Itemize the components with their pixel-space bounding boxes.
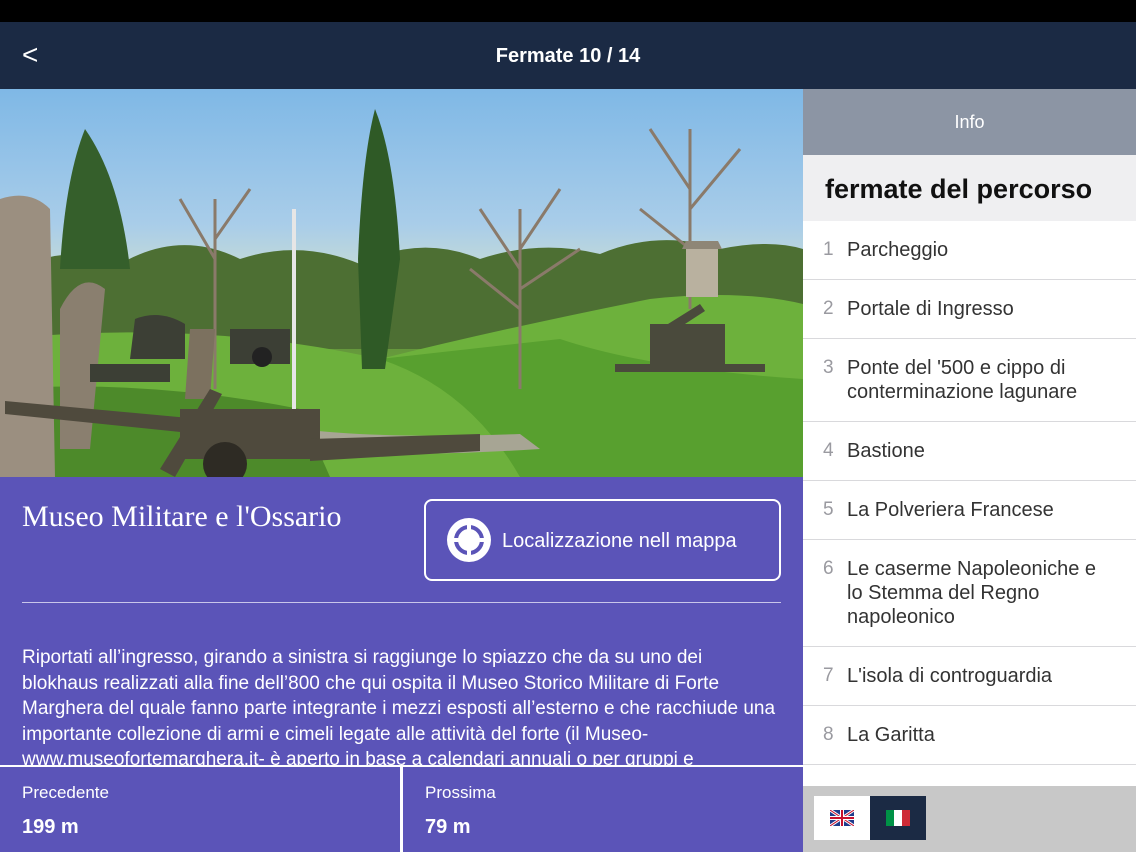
list-item[interactable]: 8 La Garitta [803, 706, 1136, 765]
list-item[interactable]: 7 L'isola di controguardia [803, 647, 1136, 706]
italy-flag-icon [886, 810, 910, 826]
route-header: fermate del percorso [803, 155, 1136, 221]
stop-number: 6 [823, 558, 834, 579]
navigation-bar: < Fermate 10 / 14 [0, 22, 1136, 89]
crosshair-icon [447, 518, 491, 562]
stop-name: Le caserme Napoleoniche e lo Stemma del … [847, 558, 1097, 628]
list-item[interactable]: 4 Bastione [803, 422, 1136, 481]
next-label: Prossima [425, 783, 496, 802]
status-bar [0, 0, 1136, 22]
page-title: Fermate 10 / 14 [495, 45, 641, 67]
previous-distance: 199 m [22, 816, 79, 838]
stop-number: 8 [823, 724, 834, 745]
previous-label: Precedente [22, 783, 109, 802]
stop-name: Portale di Ingresso [847, 298, 1014, 320]
previous-stop-button[interactable]: Precedente 199 m [0, 767, 400, 852]
list-item[interactable]: 5 La Polveriera Francese [803, 481, 1136, 540]
list-item[interactable]: 1 Parcheggio [803, 221, 1136, 280]
poi-title: Museo Militare e l'Ossario [22, 500, 342, 533]
stop-number: 5 [823, 499, 834, 520]
next-distance: 79 m [425, 816, 471, 838]
route-title: fermate del percorso [825, 174, 1093, 204]
route-sidebar: Info fermate del percorso 1 Parcheggio 2… [803, 89, 1136, 852]
poi-details: Museo Militare e l'Ossario Localizzazion… [0, 477, 803, 765]
divider [22, 602, 781, 603]
map-location-button[interactable]: Localizzazione nell mappa [424, 499, 781, 581]
stop-name: Ponte del '500 e cippo di conterminazion… [847, 357, 1078, 403]
map-button-label: Localizzazione nell mappa [502, 530, 737, 552]
list-item[interactable]: 6 Le caserme Napoleoniche e lo Stemma de… [803, 540, 1136, 647]
language-english-button[interactable] [814, 796, 870, 840]
stop-number: 1 [823, 239, 834, 260]
list-item[interactable]: 2 Portale di Ingresso [803, 280, 1136, 339]
stop-number: 3 [823, 357, 834, 378]
info-tab[interactable]: Info [803, 89, 1136, 155]
stop-number: 7 [823, 665, 834, 686]
language-italian-button[interactable] [870, 796, 926, 840]
stop-name: Parcheggio [847, 239, 949, 261]
poi-description: Riportati all’ingresso, girando a sinist… [22, 647, 776, 765]
poi-photo [0, 89, 803, 477]
stop-name: La Garitta [847, 724, 935, 746]
list-item[interactable]: 3 Ponte del '500 e cippo di conterminazi… [803, 339, 1136, 422]
uk-flag-icon [830, 810, 854, 826]
landscape-illustration [0, 109, 803, 477]
language-selector [803, 786, 1136, 852]
stop-name: Bastione [847, 440, 925, 462]
stop-number: 4 [823, 440, 834, 461]
next-stop-button[interactable]: Prossima 79 m [403, 767, 803, 852]
stop-list: 1 Parcheggio 2 Portale di Ingresso 3 Pon… [803, 221, 1136, 765]
stop-name: La Polveriera Francese [847, 499, 1054, 521]
stop-navigation-bar: Precedente 199 m Prossima 79 m [0, 765, 803, 852]
stop-name: L'isola di controguardia [847, 665, 1053, 687]
stop-number: 2 [823, 298, 834, 319]
